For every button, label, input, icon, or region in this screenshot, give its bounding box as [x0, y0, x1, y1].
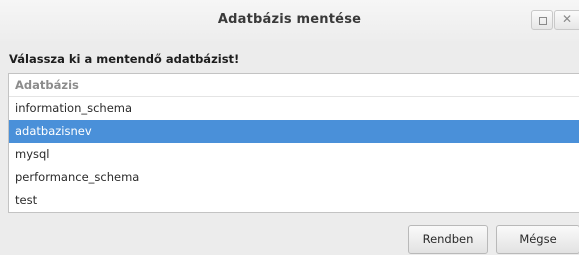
save-database-dialog: Adatbázis mentése ✕ Válassza ki a menten… [0, 0, 579, 255]
column-header-label: Adatbázis [15, 78, 79, 92]
list-item-selected[interactable]: adatbazisnev [9, 120, 579, 143]
list-item[interactable]: performance_schema [9, 166, 579, 189]
maximize-button[interactable] [531, 10, 553, 30]
list-item-label: mysql [15, 147, 50, 161]
cancel-button[interactable]: Mégse [496, 225, 579, 254]
maximize-icon [539, 17, 547, 25]
instruction-label: Válassza ki a mentendő adatbázist! [9, 52, 240, 66]
window-title: Adatbázis mentése [217, 12, 362, 27]
close-icon: ✕ [562, 12, 573, 26]
list-item[interactable]: mysql [9, 143, 579, 166]
close-button[interactable]: ✕ [554, 10, 579, 30]
database-list[interactable]: Adatbázis information_schema adatbazisne… [8, 73, 579, 213]
list-item-label: test [15, 193, 38, 207]
list-item[interactable]: information_schema [9, 97, 579, 120]
title-bar[interactable]: Adatbázis mentése ✕ [0, 0, 579, 41]
list-item-label: adatbazisnev [15, 124, 92, 138]
ok-button[interactable]: Rendben [408, 225, 488, 254]
list-item-label: performance_schema [15, 170, 140, 184]
list-item-label: information_schema [15, 101, 133, 115]
column-header-database[interactable]: Adatbázis [9, 74, 579, 97]
list-item[interactable]: test [9, 189, 579, 212]
